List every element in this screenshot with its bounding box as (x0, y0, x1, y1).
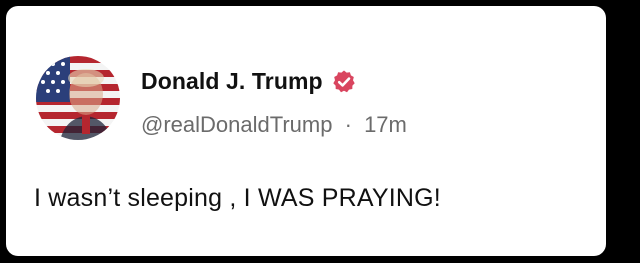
author-display-name[interactable]: Donald J. Trump (141, 68, 323, 95)
author-avatar[interactable] (36, 56, 120, 140)
post-timestamp[interactable]: 17m (364, 112, 407, 137)
post-body-text: I wasn’t sleeping , I WAS PRAYING! (34, 184, 441, 212)
avatar-flag-portrait-icon (36, 56, 120, 140)
author-name-row: Donald J. Trump (141, 68, 357, 95)
screenshot-frame: Donald J. Trump @realDonaldTrump · 17m I… (0, 0, 640, 263)
author-meta-row: @realDonaldTrump · 17m (141, 112, 407, 138)
author-handle[interactable]: @realDonaldTrump (141, 112, 332, 137)
post-card[interactable]: Donald J. Trump @realDonaldTrump · 17m I… (6, 6, 606, 256)
meta-separator: · (344, 112, 352, 137)
verified-badge-icon (331, 69, 357, 95)
